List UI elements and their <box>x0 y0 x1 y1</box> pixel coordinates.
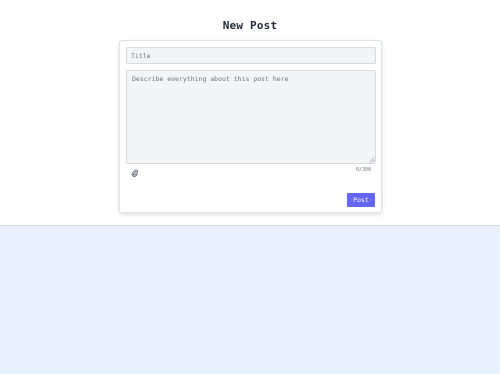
post-button[interactable]: Post <box>347 193 375 207</box>
bottom-section <box>0 226 500 374</box>
title-input[interactable] <box>126 47 376 64</box>
attach-button[interactable] <box>129 168 139 178</box>
paperclip-icon <box>131 169 138 177</box>
resize-handle-icon[interactable] <box>369 157 375 163</box>
page: New Post 0/300 Post <box>0 0 500 374</box>
page-title: New Post <box>222 19 278 32</box>
new-post-card: 0/300 Post <box>119 40 382 213</box>
character-counter: 0/300 <box>355 167 371 173</box>
description-input[interactable] <box>126 70 376 164</box>
